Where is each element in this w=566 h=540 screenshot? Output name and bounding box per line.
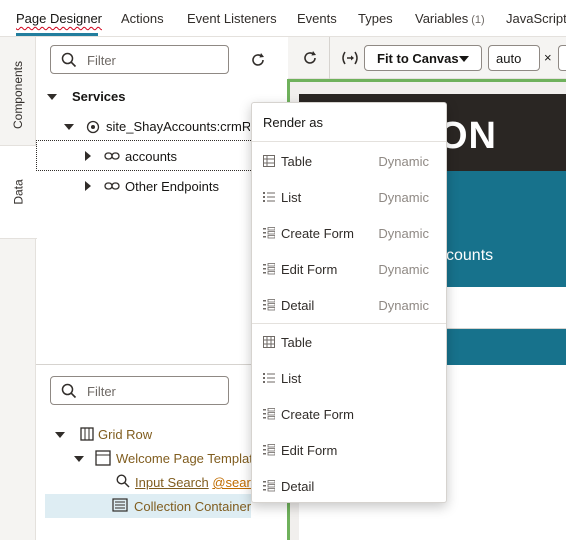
zoom-value: auto [496, 50, 522, 66]
tab-label: Variables [415, 11, 469, 26]
menu-item-dynamic-list[interactable]: List Dynamic [252, 179, 446, 215]
menu-item-label: Edit Form [281, 443, 338, 458]
form-icon [263, 408, 275, 420]
list-icon [263, 192, 275, 202]
input-search-ref: @search [212, 475, 251, 490]
active-tab-indicator [16, 33, 98, 36]
fit-label: Fit to Canvas [377, 50, 459, 66]
menu-item-dynamic-table[interactable]: Table Dynamic [252, 143, 446, 179]
tab-events[interactable]: Events [297, 11, 337, 26]
form-icon [263, 444, 275, 456]
input-search-label: Input Search [135, 475, 209, 490]
menu-item-label: Create Form [281, 407, 354, 422]
tab-count: (1) [471, 14, 485, 26]
menu-item-tag: Dynamic [378, 298, 429, 313]
refresh-icon[interactable] [300, 48, 320, 68]
table-icon [263, 336, 275, 348]
fit-to-canvas-select[interactable]: Fit to Canvas [364, 45, 482, 71]
collapse-caret-icon[interactable] [55, 432, 65, 438]
table-icon [263, 155, 275, 167]
collapse-caret-icon[interactable] [64, 124, 74, 130]
menu-item-table[interactable]: Table [252, 324, 446, 360]
form-icon [263, 227, 275, 239]
menu-item-label: List [281, 190, 302, 205]
menu-item-label: Detail [281, 479, 315, 494]
menu-item-label: Table [281, 335, 313, 350]
structure-filter-field[interactable] [50, 376, 229, 405]
collapse-caret-icon[interactable] [47, 94, 57, 100]
chevron-down-icon [459, 56, 469, 62]
expand-caret-icon[interactable] [85, 181, 91, 191]
toolbar-divider [329, 37, 330, 79]
structure-filter-input[interactable] [87, 381, 227, 401]
service-node[interactable]: site_ShayAccounts:crmRes [106, 119, 250, 134]
link-icon [104, 182, 120, 190]
side-tab-data[interactable]: Data [0, 145, 37, 239]
side-tab-label: Data [11, 179, 26, 205]
menu-divider [252, 141, 446, 142]
tab-types[interactable]: Types [358, 11, 393, 26]
variable-icon[interactable] [340, 50, 360, 66]
link-icon [104, 152, 120, 160]
tab-page-designer[interactable]: Page Designer [16, 11, 102, 26]
services-node[interactable]: Services [72, 89, 126, 104]
endpoint-other[interactable]: Other Endpoints [125, 179, 219, 194]
collapse-caret-icon[interactable] [74, 456, 84, 462]
menu-item-label: Edit Form [281, 262, 338, 277]
menu-item-label: Table [281, 154, 313, 169]
list-icon [263, 373, 275, 383]
form-icon [263, 480, 275, 492]
collection-container-node[interactable]: Collection Container [134, 499, 251, 514]
template-icon [95, 450, 111, 466]
close-icon[interactable]: × [544, 50, 552, 65]
menu-header: Render as [263, 115, 323, 130]
input-search-node[interactable]: Input Search @search [135, 475, 251, 490]
tab-label: Page Designer [16, 11, 102, 26]
canvas-toolbar: Fit to Canvas auto × [288, 37, 566, 79]
service-icon [86, 120, 100, 134]
search-icon [116, 474, 130, 488]
menu-item-edit-form[interactable]: Edit Form [252, 432, 446, 468]
menu-item-label: Create Form [281, 226, 354, 241]
top-tab-bar: Page Designer Actions Event Listeners Ev… [0, 0, 566, 37]
menu-item-detail[interactable]: Detail [252, 468, 446, 504]
menu-item-dynamic-create-form[interactable]: Create Form Dynamic [252, 215, 446, 251]
menu-item-dynamic-detail[interactable]: Detail Dynamic [252, 287, 446, 323]
tab-variables[interactable]: Variables (1) [415, 11, 485, 26]
refresh-icon[interactable] [248, 50, 268, 70]
form-icon [263, 299, 275, 311]
secondary-input[interactable] [558, 45, 566, 71]
grid-row-node[interactable]: Grid Row [98, 427, 152, 442]
side-tab-bar: Components Data [0, 37, 37, 540]
menu-item-list[interactable]: List [252, 360, 446, 396]
side-tab-label: Components [11, 60, 26, 130]
render-as-menu: Render as Table Dynamic List Dynamic Cre… [251, 102, 447, 503]
grid-row-icon [80, 427, 94, 441]
menu-item-label: Detail [281, 298, 315, 313]
menu-item-create-form[interactable]: Create Form [252, 396, 446, 432]
menu-item-label: List [281, 371, 302, 386]
search-icon [61, 383, 77, 399]
template-node[interactable]: Welcome Page Template [116, 451, 260, 466]
tab-javascript[interactable]: JavaScript [506, 11, 566, 26]
menu-item-tag: Dynamic [378, 226, 429, 241]
data-filter-input[interactable] [87, 50, 227, 70]
panel-divider[interactable] [36, 364, 287, 365]
zoom-input[interactable]: auto [488, 45, 540, 71]
side-tab-components[interactable]: Components [0, 45, 36, 145]
expand-caret-icon[interactable] [85, 151, 91, 161]
menu-item-tag: Dynamic [378, 190, 429, 205]
search-icon [61, 52, 77, 68]
endpoint-accounts[interactable]: accounts [125, 149, 177, 164]
tab-event-listeners[interactable]: Event Listeners [187, 11, 277, 26]
menu-item-tag: Dynamic [378, 262, 429, 277]
data-filter-field[interactable] [50, 45, 229, 74]
tab-actions[interactable]: Actions [121, 11, 164, 26]
menu-item-dynamic-edit-form[interactable]: Edit Form Dynamic [252, 251, 446, 287]
menu-item-tag: Dynamic [378, 154, 429, 169]
collection-container-icon [112, 498, 128, 512]
form-icon [263, 263, 275, 275]
